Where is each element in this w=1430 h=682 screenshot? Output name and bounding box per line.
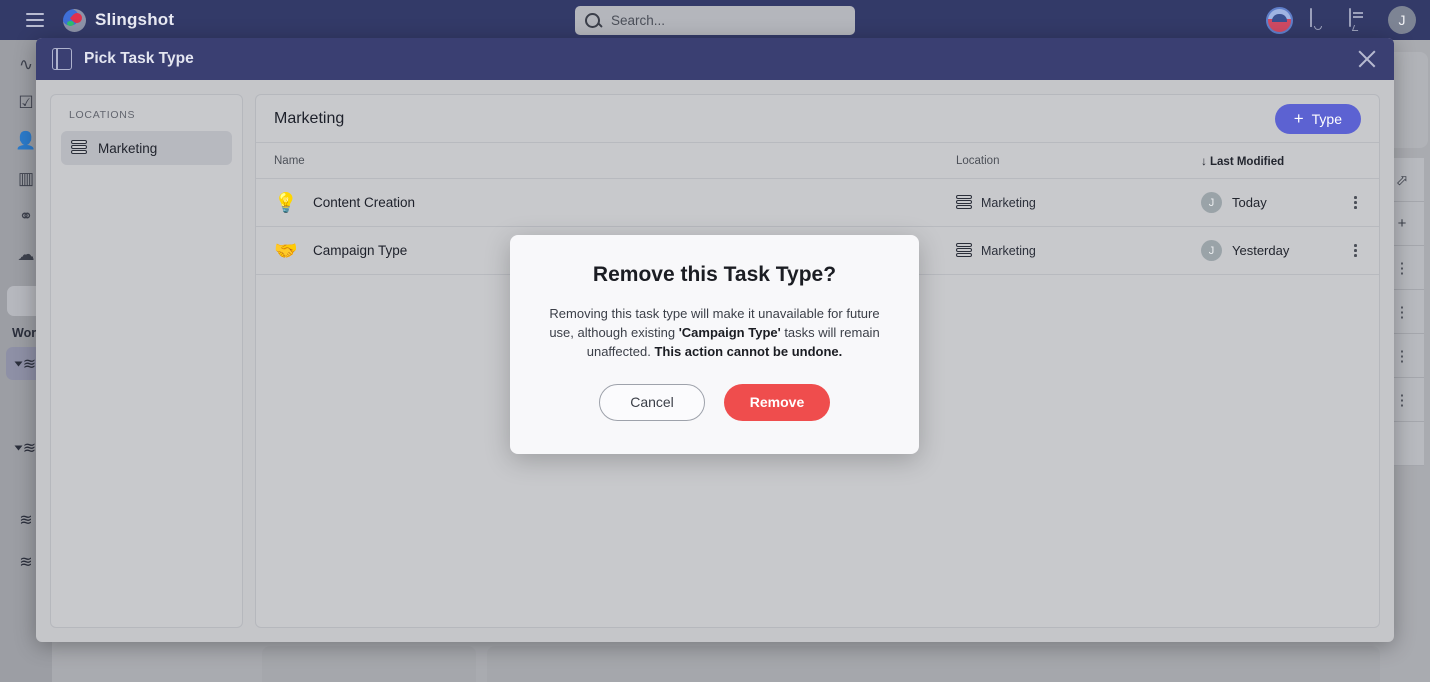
chevron-down-icon — [14, 445, 23, 450]
add-type-button[interactable]: + Type — [1274, 103, 1361, 134]
confirm-message-warning: This action cannot be undone. — [654, 343, 843, 359]
handshake-icon: 🤝 — [274, 240, 298, 262]
row-modified-label: Yesterday — [1232, 243, 1290, 258]
row-more-icon[interactable] — [1354, 196, 1357, 209]
remove-confirm-dialog: Remove this Task Type? Removing this tas… — [510, 235, 919, 454]
row-location-label: Marketing — [981, 195, 1036, 210]
bg-bottom-card — [262, 646, 476, 682]
column-last-modified-label: Last Modified — [1210, 155, 1285, 168]
row-more-icon[interactable] — [1354, 244, 1357, 257]
row-location-label: Marketing — [981, 243, 1036, 258]
column-last-modified[interactable]: ↓ Last Modified — [1201, 154, 1379, 168]
row-modified-cell: J Today — [1201, 192, 1379, 213]
brand-name: Slingshot — [95, 10, 175, 29]
chevron-down-icon — [14, 361, 23, 366]
layers-icon — [71, 140, 87, 155]
table-row[interactable]: 💡 Content Creation Marketing J Today — [256, 179, 1379, 227]
row-modified-label: Today — [1232, 195, 1267, 210]
row-name-label: Content Creation — [313, 195, 416, 210]
row-name-label: Campaign Type — [313, 243, 408, 258]
topbar-actions: J — [1266, 0, 1416, 40]
confirm-title: Remove this Task Type? — [592, 263, 837, 286]
table-header: Name Location ↓ Last Modified — [256, 143, 1379, 179]
lightbulb-icon: 💡 — [274, 192, 298, 214]
close-icon[interactable] — [1356, 48, 1378, 70]
confirm-message-highlight: 'Campaign Type' — [678, 324, 781, 340]
location-item-label: Marketing — [98, 140, 158, 156]
brand: Slingshot — [63, 8, 175, 32]
layers-icon: ≋ — [22, 439, 37, 457]
column-location[interactable]: Location — [956, 155, 1201, 167]
location-item-marketing[interactable]: Marketing — [61, 131, 232, 165]
layers-icon: ≋ — [19, 553, 33, 571]
column-name[interactable]: Name — [256, 155, 956, 167]
row-name-cell: 💡 Content Creation — [256, 191, 956, 215]
remove-button[interactable]: Remove — [724, 383, 830, 421]
plus-icon: + — [1293, 109, 1304, 128]
cancel-button[interactable]: Cancel — [599, 383, 705, 421]
bg-bottom-card — [487, 646, 1380, 682]
app-root: ∿ ☑ 👤 ▥ ⚭ ☁ Wor ≋ ≋ ≋ ≋ ⬀ + ⋮ ⋮ ⋮ ⋮ . — [0, 0, 1430, 682]
list-header: Marketing + Type — [256, 95, 1379, 143]
slingshot-logo-icon — [63, 8, 86, 32]
modal-header: Pick Task Type — [36, 38, 1394, 80]
layers-icon — [956, 242, 972, 258]
search-input[interactable]: Search... — [575, 6, 855, 35]
row-location-cell: Marketing — [956, 242, 1201, 258]
confirm-message: Removing this task type will make it una… — [540, 305, 889, 362]
book-icon — [52, 48, 72, 70]
row-modified-cell: J Yesterday — [1201, 240, 1379, 261]
list-title: Marketing — [274, 109, 345, 127]
search-icon — [585, 13, 600, 28]
bell-icon[interactable] — [1310, 8, 1332, 31]
layers-icon: ≋ — [22, 355, 37, 373]
sort-desc-icon: ↓ — [1201, 153, 1207, 168]
user-avatar[interactable]: J — [1388, 6, 1416, 34]
avatar: J — [1201, 240, 1222, 261]
add-type-label: Type — [1311, 110, 1342, 127]
avatar[interactable] — [1266, 6, 1293, 34]
chat-icon[interactable] — [1349, 8, 1371, 31]
row-location-cell: Marketing — [956, 194, 1201, 210]
search-placeholder: Search... — [611, 13, 666, 28]
confirm-actions: Cancel Remove — [540, 383, 889, 421]
locations-panel: LOCATIONS Marketing — [50, 94, 243, 628]
avatar: J — [1201, 192, 1222, 213]
modal-title: Pick Task Type — [84, 50, 194, 67]
layers-icon: ≋ — [19, 511, 33, 529]
locations-header: LOCATIONS — [69, 109, 136, 121]
app-topbar: Slingshot Search... J — [0, 0, 1430, 40]
rail-section-label: Wor — [12, 326, 37, 340]
hamburger-icon[interactable] — [26, 13, 44, 27]
layers-icon — [956, 194, 972, 210]
